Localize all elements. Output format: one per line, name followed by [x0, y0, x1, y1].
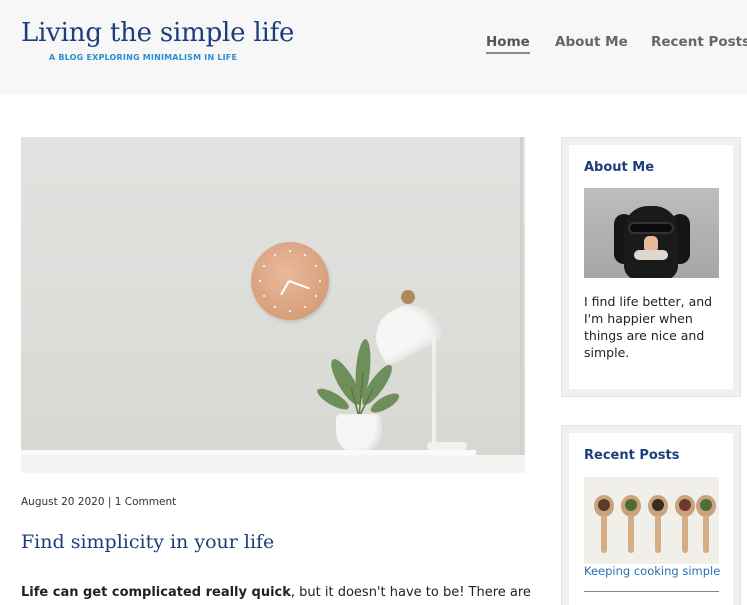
- about-widget-title: About Me: [584, 160, 655, 175]
- site-title[interactable]: Living the simple life: [21, 18, 294, 48]
- divider: [584, 591, 719, 592]
- plant-image: [317, 339, 400, 418]
- glasses-icon: [628, 222, 674, 234]
- recent-post-thumbnail[interactable]: [584, 477, 719, 564]
- nav-item-about-me[interactable]: About Me: [555, 34, 628, 50]
- about-text: I find life better, and I'm happier when…: [584, 294, 713, 360]
- about-widget: About Me I find life better, and I'm hap…: [561, 137, 741, 397]
- post-intro-text: , but it doesn't have to be! There are: [290, 585, 531, 600]
- plant-pot: [336, 414, 382, 454]
- post-date[interactable]: August 20 2020: [21, 496, 105, 508]
- about-photo: [584, 188, 719, 278]
- post-intro: Life can get complicated really quick, b…: [21, 585, 531, 600]
- site-tagline: A BLOG EXPLORING MINIMALISM IN LIFE: [49, 53, 238, 62]
- meta-separator: |: [107, 496, 112, 508]
- recent-post-link[interactable]: Keeping cooking simple: [584, 564, 720, 578]
- nav-item-recent-posts[interactable]: Recent Posts: [651, 34, 747, 50]
- nav-item-home[interactable]: Home: [486, 34, 530, 54]
- recent-posts-widget: Recent Posts Keeping cooking simple: [561, 425, 741, 605]
- site-header: Living the simple life A BLOG EXPLORING …: [0, 0, 747, 94]
- post-featured-image[interactable]: [21, 137, 525, 473]
- recent-posts-widget-title: Recent Posts: [584, 448, 680, 463]
- post-comments-link[interactable]: 1 Comment: [115, 496, 176, 508]
- post-title[interactable]: Find simplicity in your life: [21, 531, 274, 553]
- post-meta: August 20 2020 | 1 Comment: [21, 496, 176, 508]
- post-intro-bold: Life can get complicated really quick: [21, 585, 291, 600]
